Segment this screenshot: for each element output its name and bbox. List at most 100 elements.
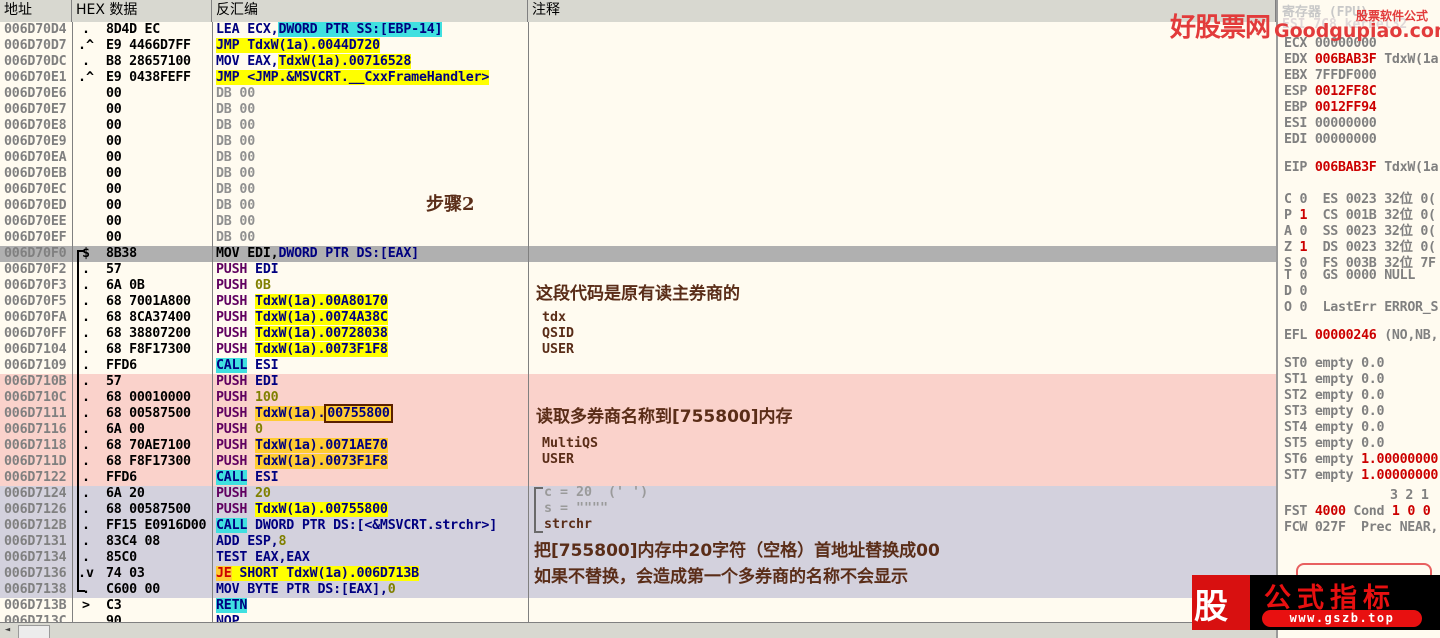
table-row[interactable]: 006D713B > C3 RETN bbox=[0, 598, 1276, 614]
banner-url-text: www.gszb.top bbox=[1289, 611, 1395, 625]
table-row[interactable]: 006D7122. FFD6 CALL ESI bbox=[0, 470, 1276, 486]
table-row[interactable]: 006D70F0 $8B38 MOV EDI,DWORD PTR DS:[EAX] bbox=[0, 246, 1276, 262]
instruction-token: DWORD PTR DS:[EAX] bbox=[278, 246, 419, 261]
row-hex-bytes: 68 F8F17300 bbox=[106, 454, 191, 469]
row-comment bbox=[528, 598, 1276, 614]
register-ebx[interactable]: EBX 7FFDF000 bbox=[1284, 68, 1377, 83]
scroll-left-arrow-icon[interactable]: ◄ bbox=[2, 625, 13, 636]
row-address: 006D7124 bbox=[4, 486, 67, 501]
table-row[interactable]: 006D70F2. 57 PUSH EDI bbox=[0, 262, 1276, 278]
fpu-cond-header[interactable]: 3 2 1 bbox=[1390, 488, 1429, 503]
table-row[interactable]: 006D70EA 00 DB 00 bbox=[0, 150, 1276, 166]
table-row[interactable]: 006D70E6 00 DB 00 bbox=[0, 86, 1276, 102]
register-efl[interactable]: EFL 00000246 (NO,NB, bbox=[1284, 328, 1438, 343]
table-row[interactable]: 006D70EE 00 DB 00 bbox=[0, 214, 1276, 230]
table-row[interactable]: 006D70D7 .^ E9 4466D7FF JMP TdxW(1a).0044D7… bbox=[0, 38, 1276, 54]
table-row[interactable]: 006D712B. FF15 E0916D00 CALL DWORD PTR DS:… bbox=[0, 518, 1276, 534]
row-instruction: TEST EAX,EAX bbox=[212, 550, 528, 566]
column-header-hex[interactable]: HEX 数据 bbox=[72, 0, 212, 22]
fpu-fcw[interactable]: FCW 027F Prec NEAR, bbox=[1284, 520, 1438, 535]
table-row[interactable]: 006D70FA. 68 8CA37400 PUSH TdxW(1a).0074A3… bbox=[0, 310, 1276, 326]
row-instruction: DB 00 bbox=[212, 214, 528, 230]
fpu-st6[interactable]: ST6 empty 1.00000000 bbox=[1284, 452, 1438, 467]
banner-text-block: 公式指标 www.gszb.top bbox=[1250, 575, 1440, 630]
register-esi[interactable]: ESI 00000000 bbox=[1284, 116, 1377, 131]
table-row[interactable]: 006D7126. 68 00587500 PUSH TdxW(1a).007558… bbox=[0, 502, 1276, 518]
registers-pane[interactable]: 寄存器 (FPU) ESI 7C8 kernel32 ECX 00000000 E… bbox=[1276, 0, 1440, 638]
instruction-token: PUSH bbox=[216, 438, 256, 453]
row-address: 006D7118 bbox=[4, 438, 67, 453]
table-row[interactable]: 006D70E8 00 DB 00 bbox=[0, 118, 1276, 134]
row-address: 006D70E1 bbox=[4, 70, 67, 85]
row-marker bbox=[72, 166, 100, 182]
row-hex-bytes: FFD6 bbox=[106, 470, 137, 485]
row-comment bbox=[528, 182, 1276, 198]
register-ebp[interactable]: EBP 0012FF94 bbox=[1284, 100, 1377, 115]
row-hex-bytes: 8B38 bbox=[106, 246, 137, 261]
fpu-st5[interactable]: ST5 empty 0.0 bbox=[1284, 436, 1385, 451]
table-row[interactable]: 006D7104. 68 F8F17300 PUSH TdxW(1a).0073F1… bbox=[0, 342, 1276, 358]
instruction-token: JMP bbox=[216, 70, 248, 85]
flag-o[interactable]: O 0 LastErr ERROR_S bbox=[1284, 300, 1438, 315]
table-row[interactable]: 006D70DC. B8 28657100 MOV EAX,TdxW(1a).007… bbox=[0, 54, 1276, 70]
fpu-st4[interactable]: ST4 empty 0.0 bbox=[1284, 420, 1385, 435]
instruction-token: PUSH bbox=[216, 502, 256, 517]
promo-banner[interactable]: 股 公式指标 www.gszb.top bbox=[1192, 575, 1440, 630]
row-instruction: DB 00 bbox=[212, 198, 528, 214]
column-header-address[interactable]: 地址 bbox=[0, 0, 72, 22]
row-hex-bytes: 00 bbox=[106, 166, 122, 181]
row-hex-bytes: 00 bbox=[106, 182, 122, 197]
flag-d[interactable]: D 0 bbox=[1284, 284, 1307, 299]
row-instruction: JE SHORT TdxW(1a).006D713B bbox=[212, 566, 528, 582]
row-address: 006D70E7 bbox=[4, 102, 67, 117]
register-edi[interactable]: EDI 00000000 bbox=[1284, 132, 1377, 147]
row-address: 006D70F2 bbox=[4, 262, 67, 277]
table-row[interactable]: 006D70EC 00 DB 00 bbox=[0, 182, 1276, 198]
fpu-st1[interactable]: ST1 empty 0.0 bbox=[1284, 372, 1385, 387]
register-eip[interactable]: EIP 006BAB3F TdxW(1a bbox=[1284, 160, 1438, 175]
row-comment bbox=[528, 358, 1276, 374]
flag-t[interactable]: T 0 GS 0000 NULL bbox=[1284, 268, 1415, 283]
function-bracket-bottom bbox=[77, 590, 85, 592]
row-instruction: PUSH 0 bbox=[212, 422, 528, 438]
fpu-st3[interactable]: ST3 empty 0.0 bbox=[1284, 404, 1385, 419]
table-row[interactable]: 006D70EF 00 DB 00 bbox=[0, 230, 1276, 246]
fpu-st0[interactable]: ST0 empty 0.0 bbox=[1284, 356, 1385, 371]
row-marker bbox=[72, 150, 100, 166]
table-row[interactable]: 006D70E1 .^ E9 0438FEFF JMP <JMP.&MSVCRT.__… bbox=[0, 70, 1276, 86]
table-row[interactable]: 006D7109. FFD6 CALL ESI bbox=[0, 358, 1276, 374]
row-address: 006D711D bbox=[4, 454, 67, 469]
row-hex-bytes: 6A 20 bbox=[106, 486, 145, 501]
scrollbar-thumb[interactable] bbox=[18, 625, 50, 638]
table-row[interactable]: 006D70ED 00 DB 00 bbox=[0, 198, 1276, 214]
row-instruction: PUSH EDI bbox=[212, 374, 528, 390]
table-row[interactable]: 006D70E7 00 DB 00 bbox=[0, 102, 1276, 118]
disassembly-pane[interactable]: 地址 HEX 数据 反汇编 注释 006D70D4. 8D4D EC LEA ECX… bbox=[0, 0, 1276, 638]
instruction-token: 20 bbox=[255, 486, 271, 501]
table-row[interactable]: 006D70D4. 8D4D EC LEA ECX,DWORD PTR SS:[EB… bbox=[0, 22, 1276, 38]
horizontal-scrollbar[interactable]: ◄ bbox=[0, 622, 1276, 638]
register-esp[interactable]: ESP 0012FF8C bbox=[1284, 84, 1377, 99]
table-row[interactable]: 006D710B. 57 PUSH EDI bbox=[0, 374, 1276, 390]
row-marker bbox=[72, 198, 100, 214]
table-row[interactable]: 006D70EB 00 DB 00 bbox=[0, 166, 1276, 182]
row-hex-bytes: 85C0 bbox=[106, 550, 137, 565]
table-row[interactable]: 006D70FF. 68 38807200 PUSH TdxW(1a).007280… bbox=[0, 326, 1276, 342]
disassembly-row-list[interactable]: 006D70D4. 8D4D EC LEA ECX,DWORD PTR SS:[EB… bbox=[0, 22, 1276, 630]
column-header-comment[interactable]: 注释 bbox=[528, 0, 1276, 22]
instruction-token: PUSH bbox=[216, 278, 256, 293]
column-header-disassembly[interactable]: 反汇编 bbox=[212, 0, 528, 22]
fpu-fst[interactable]: FST 4000 Cond 1 0 0 bbox=[1284, 504, 1431, 519]
banner-url-pill[interactable]: www.gszb.top bbox=[1262, 610, 1422, 627]
register-edx[interactable]: EDX 006BAB3F TdxW(1a bbox=[1284, 52, 1438, 67]
instruction-token: DB 00 bbox=[216, 118, 256, 133]
table-row[interactable]: 006D711D. 68 F8F17300 PUSH TdxW(1a).0073F1… bbox=[0, 454, 1276, 470]
table-row[interactable]: 006D70E9 00 DB 00 bbox=[0, 134, 1276, 150]
row-marker: . bbox=[81, 54, 90, 69]
register-ecx[interactable]: ECX 00000000 bbox=[1284, 36, 1377, 51]
fpu-st2[interactable]: ST2 empty 0.0 bbox=[1284, 388, 1385, 403]
instruction-token: PUSH bbox=[216, 374, 256, 389]
table-row[interactable]: 006D7118. 68 70AE7100 PUSH TdxW(1a).0071AE… bbox=[0, 438, 1276, 454]
fpu-st7[interactable]: ST7 empty 1.00000000 bbox=[1284, 468, 1438, 483]
row-comment bbox=[528, 262, 1276, 278]
